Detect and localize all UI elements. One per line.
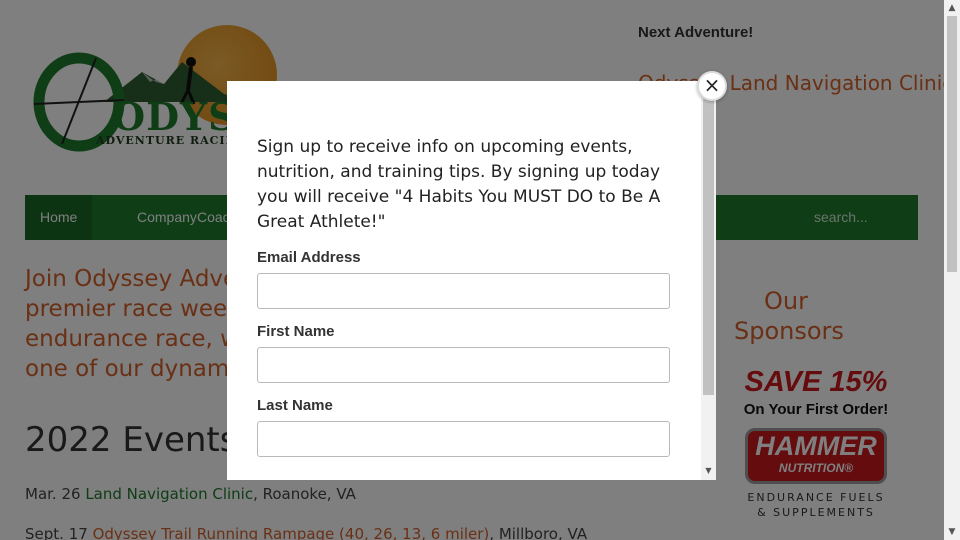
last-name-field[interactable]: [257, 421, 670, 457]
close-modal-button[interactable]: ×: [697, 71, 727, 101]
modal-scrollbar[interactable]: ▼: [701, 81, 716, 480]
modal-message: Sign up to receive info on upcoming even…: [257, 137, 661, 232]
scroll-up-arrow-icon[interactable]: ▲: [944, 0, 960, 16]
page-scrollbar-thumb[interactable]: [947, 16, 957, 272]
scroll-down-arrow-icon[interactable]: ▼: [944, 524, 960, 540]
email-field[interactable]: [257, 273, 670, 309]
first-name-field[interactable]: [257, 347, 670, 383]
scroll-down-arrow-icon[interactable]: ▼: [701, 464, 716, 478]
page-scrollbar[interactable]: ▲ ▼: [944, 0, 960, 540]
signup-form: Sign up to receive info on upcoming even…: [257, 135, 671, 457]
modal-scrollbar-thumb[interactable]: [703, 99, 714, 395]
first-name-label: First Name: [257, 323, 335, 340]
close-icon: ×: [703, 73, 721, 97]
signup-modal: Sign up to receive info on upcoming even…: [227, 81, 716, 480]
email-label: Email Address: [257, 249, 361, 266]
last-name-label: Last Name: [257, 397, 333, 414]
